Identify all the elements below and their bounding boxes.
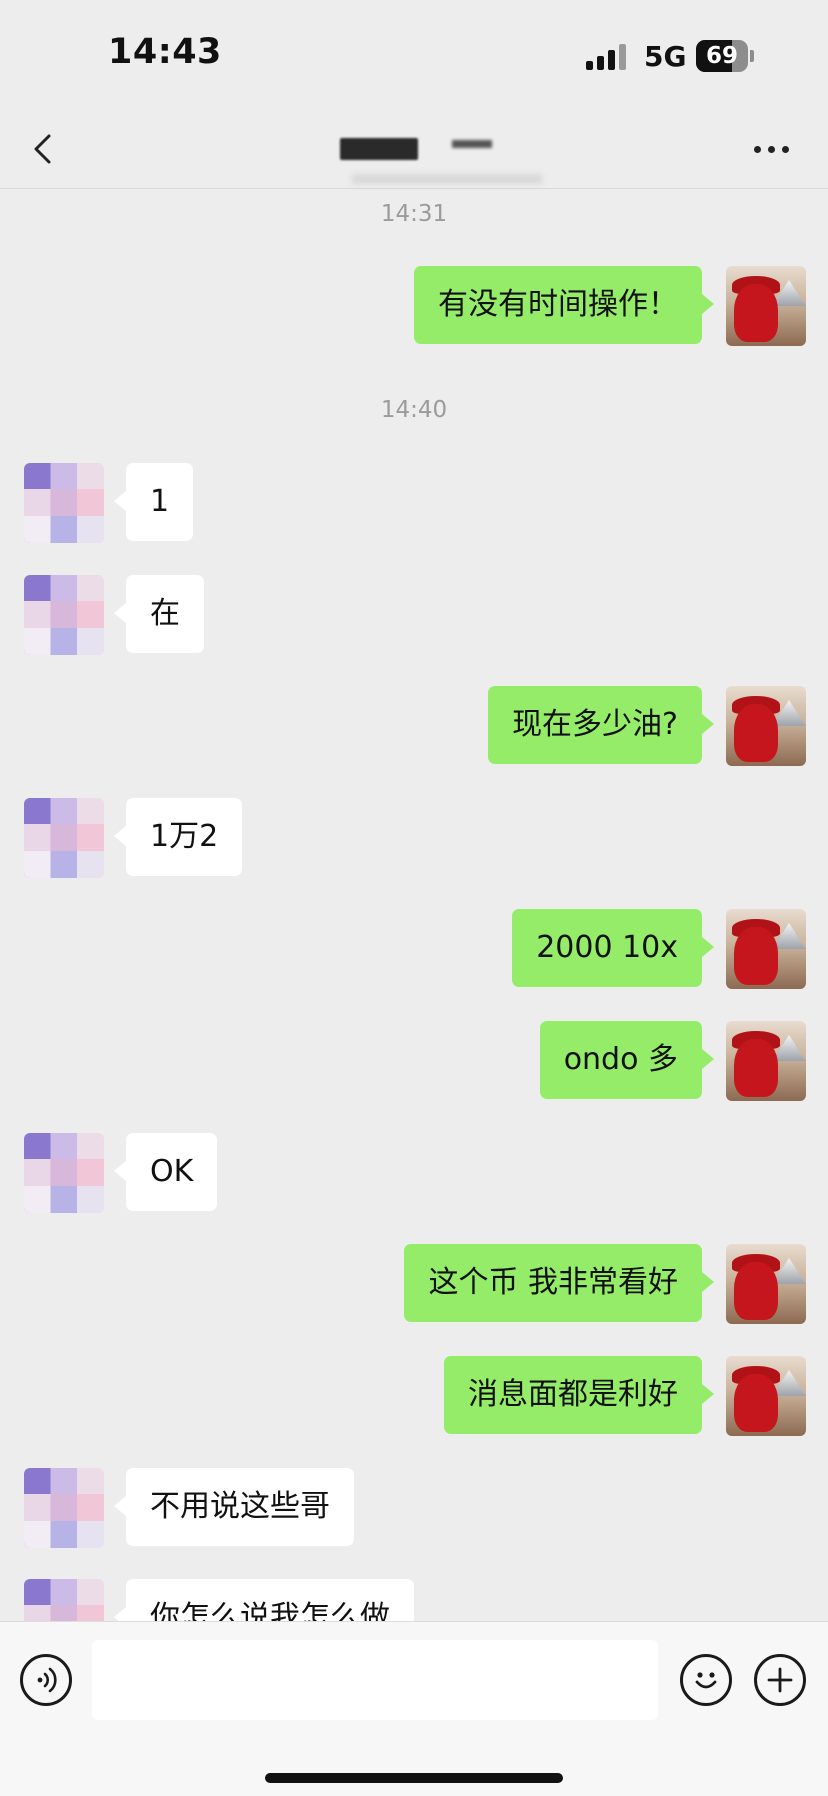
input-bar bbox=[0, 1621, 828, 1796]
message-timestamp: 14:31 bbox=[380, 201, 448, 227]
plus-icon bbox=[767, 1667, 793, 1693]
signal-bars-icon bbox=[586, 44, 628, 70]
contact-avatar[interactable] bbox=[24, 575, 104, 655]
sent-message-bubble[interactable]: 2000 10x bbox=[512, 909, 714, 987]
my-avatar[interactable] bbox=[726, 1356, 806, 1436]
chat-title-redacted bbox=[332, 132, 542, 184]
network-label: 5G bbox=[644, 40, 687, 73]
chevron-left-icon bbox=[34, 134, 51, 164]
status-bar: 14:43 5G 69 bbox=[0, 0, 828, 110]
received-message-bubble[interactable]: 不用说这些哥 bbox=[114, 1468, 354, 1546]
more-actions-button[interactable] bbox=[754, 1654, 806, 1706]
sent-message-bubble[interactable]: ondo 多 bbox=[539, 1021, 715, 1099]
my-avatar[interactable] bbox=[726, 909, 806, 989]
sent-message-bubble[interactable]: 消息面都是利好 bbox=[444, 1356, 714, 1434]
my-avatar[interactable] bbox=[726, 686, 806, 766]
status-time: 14:43 bbox=[108, 32, 222, 72]
received-message-bubble[interactable]: 1 bbox=[113, 463, 194, 541]
chat-message-list[interactable]: 14:31 有没有时间操作！ 14:40 1 在 现在多少油? 1万2 2000… bbox=[0, 189, 828, 1621]
contact-avatar[interactable] bbox=[24, 1468, 104, 1548]
received-message-bubble[interactable]: OK bbox=[113, 1133, 218, 1211]
contact-avatar[interactable] bbox=[24, 1579, 104, 1621]
received-message-bubble[interactable]: 你怎么说我怎么做 bbox=[114, 1579, 414, 1621]
battery-level: 69 bbox=[705, 43, 738, 69]
emoji-button[interactable] bbox=[680, 1654, 732, 1706]
chat-header bbox=[0, 110, 828, 189]
sent-message-bubble[interactable]: 有没有时间操作！ bbox=[414, 266, 714, 344]
contact-avatar[interactable] bbox=[24, 1133, 104, 1213]
my-avatar[interactable] bbox=[726, 1244, 806, 1324]
more-options-button[interactable] bbox=[748, 132, 796, 166]
my-avatar[interactable] bbox=[726, 1021, 806, 1101]
sent-message-bubble[interactable]: 这个币 我非常看好 bbox=[404, 1244, 714, 1322]
sent-message-bubble[interactable]: 现在多少油? bbox=[488, 686, 714, 764]
home-indicator[interactable] bbox=[265, 1773, 563, 1783]
back-button[interactable] bbox=[20, 124, 70, 174]
message-input[interactable] bbox=[92, 1640, 658, 1720]
voice-input-button[interactable] bbox=[20, 1654, 72, 1706]
contact-avatar[interactable] bbox=[24, 798, 104, 878]
smiley-icon bbox=[695, 1672, 717, 1689]
battery-icon: 69 bbox=[696, 40, 754, 72]
received-message-bubble[interactable]: 1万2 bbox=[113, 798, 243, 876]
my-avatar[interactable] bbox=[726, 266, 806, 346]
received-message-bubble[interactable]: 在 bbox=[114, 575, 204, 653]
message-timestamp: 14:40 bbox=[380, 397, 448, 423]
voice-icon bbox=[37, 1667, 57, 1693]
contact-avatar[interactable] bbox=[24, 463, 104, 543]
